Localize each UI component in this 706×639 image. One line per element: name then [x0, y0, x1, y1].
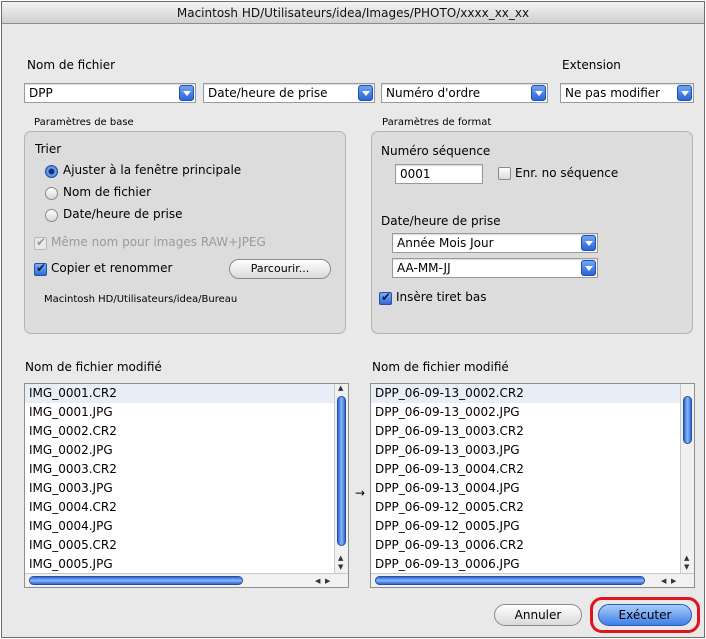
sort-option-date-label: Date/heure de prise	[63, 207, 183, 221]
renamed-file-row[interactable]: DPP_06-09-13_0002.JPG	[371, 403, 681, 422]
original-file-row[interactable]: IMG_0003.CR2	[25, 460, 335, 479]
chevron-down-icon[interactable]	[358, 85, 373, 101]
scroll-right-icon[interactable]: ▶	[671, 577, 676, 585]
chevron-down-icon[interactable]	[581, 235, 596, 251]
name-part-1-value: DPP	[29, 86, 53, 100]
scroll-up-icon[interactable]: ▲	[338, 554, 343, 562]
name-part-2-combo[interactable]: Date/heure de prise	[203, 83, 375, 103]
format-settings-group: Numéro séquence 0001 Enr. no séquence Da…	[371, 131, 693, 334]
renamed-file-row[interactable]: DPP_06-09-12_0005.JPG	[371, 517, 681, 536]
extension-value: Ne pas modifier	[565, 86, 661, 100]
name-part-3-value: Numéro d'ordre	[386, 86, 481, 100]
original-file-row[interactable]: IMG_0004.JPG	[25, 517, 335, 536]
cancel-button[interactable]: Annuler	[494, 604, 582, 626]
date-order-combo[interactable]: Année Mois Jour	[392, 233, 598, 253]
renamed-file-row[interactable]: DPP_06-09-13_0002.CR2	[371, 384, 681, 403]
renamed-file-row[interactable]: DPP_06-09-13_0004.CR2	[371, 460, 681, 479]
renamed-file-row[interactable]: DPP_06-09-13_0006.CR2	[371, 536, 681, 555]
copy-rename-label: Copier et renommer	[51, 261, 173, 275]
sort-option-filename-label: Nom de fichier	[63, 185, 152, 199]
rename-dialog: Macintosh HD/Utilisateurs/idea/Images/PH…	[1, 1, 705, 638]
vertical-scrollbar[interactable]: ▲ ▼	[680, 384, 694, 574]
right-list-label: Nom de fichier modifié	[372, 360, 509, 374]
chevron-down-icon[interactable]	[179, 85, 194, 101]
sort-option-fit-label: Ajuster à la fenêtre principale	[63, 163, 242, 177]
chevron-down-icon[interactable]	[677, 85, 692, 101]
original-file-row[interactable]: IMG_0001.CR2	[25, 384, 335, 403]
original-files-list[interactable]: IMG_0001.CR2 IMG_0001.JPG IMG_0002.CR2 IMG_…	[24, 383, 349, 588]
scroll-up-icon[interactable]: ▲	[338, 384, 343, 392]
original-file-row[interactable]: IMG_0004.CR2	[25, 498, 335, 517]
browse-button[interactable]: Parcourir...	[229, 259, 331, 279]
original-file-row[interactable]: IMG_0005.JPG	[25, 555, 335, 574]
name-part-2-value: Date/heure de prise	[208, 86, 328, 100]
renamed-file-row[interactable]: DPP_06-09-13_0003.JPG	[371, 441, 681, 460]
window-title: Macintosh HD/Utilisateurs/idea/Images/PH…	[2, 2, 704, 24]
scroll-thumb[interactable]	[683, 396, 692, 444]
sort-option-fit-radio[interactable]	[45, 165, 58, 178]
execute-button[interactable]: Exécuter	[598, 604, 692, 626]
scroll-right-icon[interactable]: ▶	[325, 577, 330, 585]
copy-rename-checkbox[interactable]	[34, 261, 47, 276]
original-file-row[interactable]: IMG_0001.JPG	[25, 403, 335, 422]
file-name-label: Nom de fichier	[27, 58, 116, 72]
renamed-file-row[interactable]: DPP_06-09-13_0004.JPG	[371, 479, 681, 498]
name-part-3-combo[interactable]: Numéro d'ordre	[381, 83, 548, 103]
vertical-scrollbar[interactable]: ▲ ▲ ▼	[334, 384, 348, 574]
extension-label: Extension	[562, 58, 621, 72]
save-sequence-label: Enr. no séquence	[515, 166, 619, 180]
basic-settings-title: Paramètres de base	[34, 117, 134, 128]
original-file-row[interactable]: IMG_0005.CR2	[25, 536, 335, 555]
extension-combo[interactable]: Ne pas modifier	[560, 83, 694, 103]
date-pattern-value: AA-MM-JJ	[397, 261, 451, 275]
sort-label: Trier	[35, 142, 62, 156]
original-file-row[interactable]: IMG_0002.CR2	[25, 422, 335, 441]
save-sequence-checkbox[interactable]	[498, 167, 511, 180]
underscore-label: Insère tiret bas	[396, 290, 487, 304]
renamed-file-row[interactable]: DPP_06-09-12_0005.CR2	[371, 498, 681, 517]
destination-path: Macintosh HD/Utilisateurs/idea/Bureau	[44, 294, 238, 305]
scroll-left-icon[interactable]: ◀	[661, 577, 666, 585]
format-settings-title: Paramètres de format	[382, 117, 492, 128]
basic-settings-group: Trier Ajuster à la fenêtre principale No…	[24, 131, 346, 334]
horizontal-scrollbar[interactable]: ◀ ▶	[371, 573, 694, 587]
date-order-value: Année Mois Jour	[397, 236, 494, 250]
horizontal-scrollbar[interactable]: ◀ ▶	[25, 573, 348, 587]
scroll-left-icon[interactable]: ◀	[315, 577, 320, 585]
same-name-label: Même nom pour images RAW+JPEG	[51, 235, 266, 249]
scroll-thumb[interactable]	[337, 396, 346, 546]
chevron-down-icon[interactable]	[531, 85, 546, 101]
renamed-file-row[interactable]: DPP_06-09-13_0003.CR2	[371, 422, 681, 441]
scroll-up-icon[interactable]: ▲	[684, 554, 689, 562]
underscore-checkbox[interactable]	[379, 290, 392, 305]
name-part-1-combo[interactable]: DPP	[24, 83, 196, 103]
scroll-down-icon[interactable]: ▼	[338, 563, 343, 571]
sort-option-filename-radio[interactable]	[45, 187, 58, 200]
original-file-row[interactable]: IMG_0002.JPG	[25, 441, 335, 460]
original-file-row[interactable]: IMG_0003.JPG	[25, 479, 335, 498]
scroll-thumb[interactable]	[29, 576, 243, 585]
renamed-files-list[interactable]: DPP_06-09-13_0002.CR2 DPP_06-09-13_0002.J…	[370, 383, 695, 588]
sequence-input[interactable]: 0001	[395, 164, 483, 184]
sort-option-date-radio[interactable]	[45, 209, 58, 222]
chevron-down-icon[interactable]	[581, 260, 596, 276]
scroll-thumb[interactable]	[375, 576, 645, 585]
same-name-checkbox[interactable]	[34, 235, 47, 250]
sequence-label: Numéro séquence	[381, 144, 491, 158]
date-pattern-combo[interactable]: AA-MM-JJ	[392, 258, 598, 278]
scroll-down-icon[interactable]: ▼	[684, 563, 689, 571]
transform-arrow-icon: →	[355, 486, 366, 500]
date-format-label: Date/heure de prise	[381, 214, 501, 228]
renamed-file-row[interactable]: DPP_06-09-13_0006.JPG	[371, 555, 681, 574]
left-list-label: Nom de fichier modifié	[25, 360, 162, 374]
